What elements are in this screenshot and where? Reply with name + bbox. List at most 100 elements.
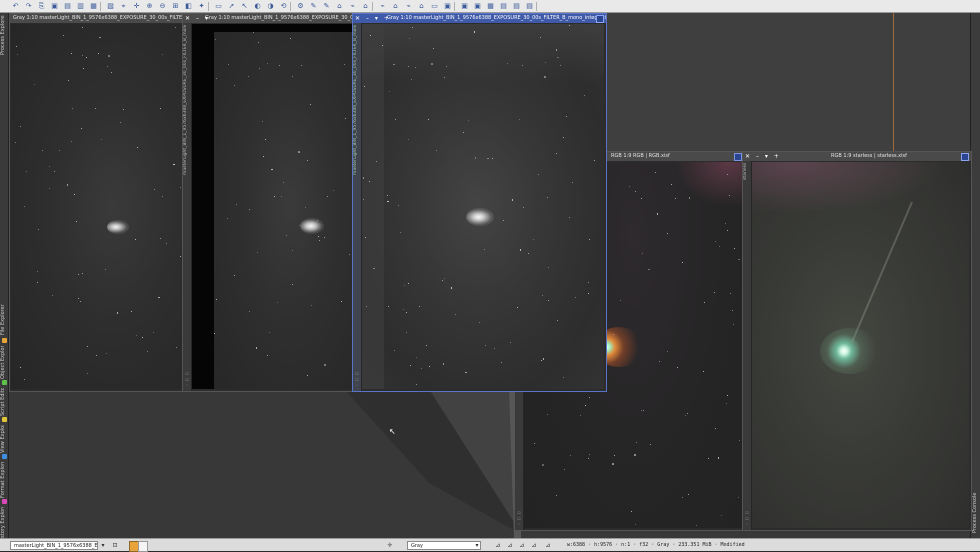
undo-icon[interactable]: ↶ [11,2,20,11]
star [120,122,121,123]
star [614,455,615,456]
zoom-in-icon[interactable]: ⊕ [145,2,154,11]
view-selector[interactable]: masterLight_BIN_1_9576x6388_EX [10,541,98,550]
star [635,191,636,192]
maximize-icon[interactable] [734,153,742,161]
arrow-icon[interactable]: ➚ [227,2,236,11]
color-space-select[interactable]: Gray [407,541,481,550]
process-icon[interactable]: ⚙ [296,2,305,11]
list-icon[interactable]: ▥ [76,2,85,11]
tool-icon[interactable]: ⌂ [335,2,344,11]
clipboard-icon[interactable]: ▧ [106,2,115,11]
tool5-icon[interactable]: ⌂ [391,2,400,11]
layout-icon[interactable]: ▤ [499,2,508,11]
monitor-icon[interactable]: ▭ [430,2,439,11]
tool3-icon[interactable]: ⌂ [361,2,370,11]
window-controls[interactable]: ✕ – ▾ + [745,152,781,161]
pointer-icon[interactable]: ↖ [240,2,249,11]
image-view[interactable] [362,24,604,389]
dock-tab-script-editor[interactable]: Script Editor [0,388,9,416]
pan-icon[interactable]: ✛ [132,2,141,11]
star [415,67,416,68]
stf-boost-icon[interactable]: ⊿ [530,541,538,550]
star [648,269,650,271]
star-icon[interactable]: ✦ [197,2,206,11]
main-toolbar: ↶ ↷ ⎘ ▣ ▤ ▥ ▦ ▧ ⌖ ✛ ⊕ ⊖ ⊞ ◧ ✦ ▭ ➚ ↖ ◐ ◑ ⟲ ⚙ ✎ ✎ ⌂ ⌁ ⌂ ⌁ ⌂ ⌁ ⌂ ▭ ▣ ▣ ▣ ▦ ▤ ▤ ▤ [0,0,980,13]
star [584,95,585,96]
tool6-icon[interactable]: ⌁ [404,2,413,11]
window-title[interactable]: Gray 1:10 masterLight_BIN_1_9576x6388_EX… [353,14,606,23]
dropdown-arrow-icon[interactable]: ▾ [473,541,481,550]
image-window-1[interactable]: Gray 1:10 masterLight_BIN_1_9576x6388_EX… [9,13,185,392]
stf-icon[interactable]: ⊿ [494,541,502,550]
star [436,150,437,151]
image-window-2[interactable]: Gray 1:10 masterLight_BIN_1_9576x6388_EX… [182,13,355,392]
script-icon[interactable]: ✎ [309,2,318,11]
maximize-icon[interactable] [596,15,604,23]
tool2-icon[interactable]: ⌁ [348,2,357,11]
tool4-icon[interactable]: ⌁ [378,2,387,11]
maximize-icon[interactable] [961,153,969,161]
dock-tab-process-console[interactable]: Process Console [972,491,980,535]
tool7-icon[interactable]: ⌂ [417,2,426,11]
dock-tab-object-explorer[interactable]: Object Explorer [0,346,9,379]
zoom-fit-icon[interactable]: ⌖ [119,2,128,11]
star [738,497,739,498]
window-controls[interactable]: ✕ – ▾ [185,14,210,23]
star [433,48,434,49]
stf-auto-icon[interactable]: ⊿ [518,541,526,550]
copy-icon[interactable]: ⎘ [37,2,46,11]
sidebar-tools[interactable]: ▫▫◦ [744,510,750,528]
window-controls[interactable]: ✕ – ▾ + [355,14,391,23]
dock-tab-format-explorer[interactable]: Format Explorer [0,462,9,498]
redo-icon[interactable]: ↷ [24,2,33,11]
grid-icon[interactable]: ▦ [486,2,495,11]
selection-icon[interactable]: ▭ [214,2,223,11]
star [262,121,264,123]
star [428,119,429,120]
crosshair-icon[interactable]: ✛ [386,541,394,550]
image-window-starless[interactable]: RGB 1:9 starless | starless.xisf ✕ – ▾ +… [742,151,972,531]
file-explorer-icon [2,338,7,343]
star [147,351,148,352]
lock-icon[interactable]: ⊡ [111,541,119,550]
preview-icon[interactable]: ◧ [184,2,193,11]
star [487,158,489,160]
star [82,27,83,28]
sidebar-tools[interactable]: ▫▫◦ [184,371,190,389]
stf-reset-icon[interactable]: ⊿ [544,541,552,550]
star [667,233,668,234]
image-icon[interactable]: ▣ [443,2,452,11]
star [68,80,69,81]
view-icon[interactable]: ▦ [89,2,98,11]
sidebar-tools[interactable]: ▫▫◦ [354,371,360,389]
save-icon[interactable]: ▣ [50,2,59,11]
star [216,299,217,300]
readout-icon[interactable]: ⊞ [171,2,180,11]
layout3-icon[interactable]: ▤ [525,2,534,11]
image-view[interactable] [192,24,352,389]
dropdown-arrow-icon[interactable]: ▾ [99,541,107,550]
channel-icon[interactable]: ◐ [253,2,262,11]
image-view[interactable] [752,162,969,528]
open-icon[interactable]: ▤ [63,2,72,11]
image-window-active[interactable]: Gray 1:10 masterLight_BIN_1_9576x6388_EX… [352,13,607,392]
script2-icon[interactable]: ✎ [322,2,331,11]
dock-tab-process-explorer[interactable]: Process Explorer [0,15,9,55]
window-title[interactable]: Gray 1:10 masterLight_BIN_1_9576x6388_EX… [10,14,184,23]
image2-icon[interactable]: ▣ [460,2,469,11]
star [548,267,549,268]
dock-tab-view-explorer[interactable]: View Explorer [0,425,9,453]
zoom-out-icon[interactable]: ⊖ [158,2,167,11]
layout2-icon[interactable]: ▤ [512,2,521,11]
star [105,269,106,270]
stf-link-icon[interactable]: ⊿ [506,541,514,550]
sidebar-tools[interactable]: ▫▫◦ [516,510,522,528]
mask-icon[interactable]: ◑ [266,2,275,11]
star [123,109,124,110]
background-swatch-icon[interactable] [138,541,148,552]
dock-tab-file-explorer[interactable]: File Explorer [0,303,9,337]
history-icon[interactable]: ⟲ [279,2,288,11]
image3-icon[interactable]: ▣ [473,2,482,11]
image-view[interactable] [11,24,182,389]
